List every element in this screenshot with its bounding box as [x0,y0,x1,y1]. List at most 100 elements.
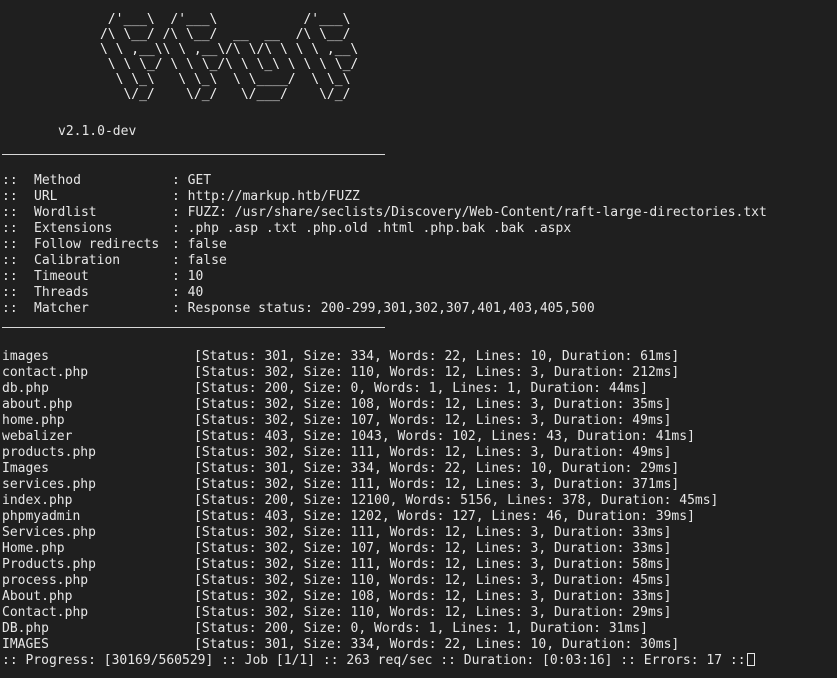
config-value: 10 [187,269,204,284]
config-prefix: :: [2,285,18,300]
config-prefix: :: [2,189,18,204]
config-key: Method [34,173,81,188]
config-value: http://markup.htb/FUZZ [187,189,360,204]
config-colon: : [172,301,188,316]
config-colon: : [172,173,188,188]
config-key: Timeout [34,269,89,284]
config-colon: : [172,221,188,236]
config-row: :: Method: GET [2,173,767,189]
result-path: Services.php [2,525,96,540]
result-info: [Status: 302, Size: 111, Words: 12, Line… [194,525,672,540]
config-row: :: URL: http://markup.htb/FUZZ [2,189,767,205]
result-info: [Status: 200, Size: 0, Words: 1, Lines: … [194,621,648,636]
config-value: .php .asp .txt .php.old .html .php.bak .… [187,221,572,236]
config-value: GET [187,173,212,188]
result-row: products.php [Status: 302, Size: 111, Wor… [2,445,718,461]
result-path: Products.php [2,557,96,572]
result-row: webalizer [Status: 403, Size: 1043, Words… [2,429,718,445]
result-path: products.php [2,445,96,460]
result-row: DB.php [Status: 200, Size: 0, Words: 1, L… [2,621,718,637]
config-colon: : [172,237,188,252]
config-key: Follow redirects [34,237,160,252]
result-path: db.php [2,381,49,396]
result-info: [Status: 301, Size: 334, Words: 22, Line… [194,461,680,476]
result-row: index.php [Status: 200, Size: 12100, Word… [2,493,718,509]
config-row: :: Wordlist: FUZZ: /usr/share/seclists/Di… [2,205,767,221]
result-info: [Status: 302, Size: 108, Words: 12, Line… [194,589,672,604]
config-value: FUZZ: /usr/share/seclists/Discovery/Web-… [187,205,767,220]
result-path: phpmyadmin [2,509,81,524]
result-row: about.php [Status: 302, Size: 108, Words:… [2,397,718,413]
result-info: [Status: 302, Size: 110, Words: 12, Line… [194,365,680,380]
config-colon: : [172,285,188,300]
result-path: services.php [2,477,96,492]
result-row: contact.php [Status: 302, Size: 110, Word… [2,365,718,381]
config-colon: : [172,269,188,284]
config-value: false [187,237,227,252]
result-row: db.php [Status: 200, Size: 0, Words: 1, L… [2,381,718,397]
result-info: [Status: 301, Size: 334, Words: 22, Line… [194,349,680,364]
result-row: phpmyadmin [Status: 403, Size: 1202, Word… [2,509,718,525]
terminal-window[interactable]: /'___\ /'___\ /'___\ /\ \__/ /\ \__/ __ … [0,0,837,678]
config-colon: : [172,253,188,268]
config-prefix: :: [2,237,18,252]
config-prefix: :: [2,205,18,220]
result-row: services.php [Status: 302, Size: 111, Wor… [2,477,718,493]
config-prefix: :: [2,221,18,236]
ffuf-ascii-banner: /'___\ /'___\ /'___\ /\ \__/ /\ \__/ __ … [99,12,359,102]
config-prefix: :: [2,269,18,284]
result-info: [Status: 403, Size: 1043, Words: 102, Li… [194,429,695,444]
result-path: home.php [2,413,65,428]
config-row: :: Extensions: .php .asp .txt .php.old .h… [2,221,767,237]
config-key: Wordlist [34,205,97,220]
terminal-cursor [746,653,755,666]
result-row: Home.php [Status: 302, Size: 107, Words: … [2,541,718,557]
result-info: [Status: 302, Size: 107, Words: 12, Line… [194,413,672,428]
config-value: Response status: 200-299,301,302,307,401… [187,301,595,316]
result-row: home.php [Status: 302, Size: 107, Words: … [2,413,718,429]
result-row: IMAGES [Status: 301, Size: 334, Words: 22… [2,637,718,653]
result-path: Contact.php [2,605,89,620]
result-row: Contact.php [Status: 302, Size: 110, Word… [2,605,718,621]
config-colon: : [172,189,188,204]
ffuf-version: v2.1.0-dev [58,124,137,139]
config-row: :: Matcher: Response status: 200-299,301,… [2,301,767,317]
result-info: [Status: 301, Size: 334, Words: 22, Line… [194,637,680,652]
result-info: [Status: 302, Size: 111, Words: 12, Line… [194,557,672,572]
result-path: Images [2,461,49,476]
config-value: 40 [187,285,204,300]
progress-text: :: Progress: [30169/560529] :: Job [1/1]… [2,653,746,668]
separator-line [2,154,385,155]
separator-line [2,327,385,328]
config-prefix: :: [2,253,18,268]
config-key: Calibration [34,253,121,268]
result-info: [Status: 302, Size: 111, Words: 12, Line… [194,445,672,460]
result-path: index.php [2,493,73,508]
result-row: Images [Status: 301, Size: 334, Words: 22… [2,461,718,477]
config-key: URL [34,189,58,204]
result-row: Products.php [Status: 302, Size: 111, Wor… [2,557,718,573]
results-list: images [Status: 301, Size: 334, Words: 22… [2,349,718,653]
config-key: Extensions [34,221,113,236]
result-path: About.php [2,589,73,604]
progress-line: :: Progress: [30169/560529] :: Job [1/1]… [2,653,755,669]
result-info: [Status: 302, Size: 110, Words: 12, Line… [194,573,672,588]
config-row: :: Timeout: 10 [2,269,767,285]
result-info: [Status: 302, Size: 108, Words: 12, Line… [194,397,672,412]
config-row: :: Follow redirects: false [2,237,767,253]
result-row: About.php [Status: 302, Size: 108, Words:… [2,589,718,605]
config-key: Matcher [34,301,89,316]
config-row: :: Calibration: false [2,253,767,269]
config-colon: : [172,205,188,220]
result-info: [Status: 302, Size: 107, Words: 12, Line… [194,541,672,556]
result-row: images [Status: 301, Size: 334, Words: 22… [2,349,718,365]
result-path: contact.php [2,365,89,380]
config-row: :: Threads: 40 [2,285,767,301]
result-info: [Status: 302, Size: 110, Words: 12, Line… [194,605,672,620]
config-value: false [187,253,227,268]
result-path: about.php [2,397,73,412]
result-info: [Status: 302, Size: 111, Words: 12, Line… [194,477,680,492]
config-block: :: Method: GET:: URL: http://markup.htb/FU… [2,173,767,317]
result-path: Home.php [2,541,65,556]
result-info: [Status: 403, Size: 1202, Words: 127, Li… [194,509,695,524]
